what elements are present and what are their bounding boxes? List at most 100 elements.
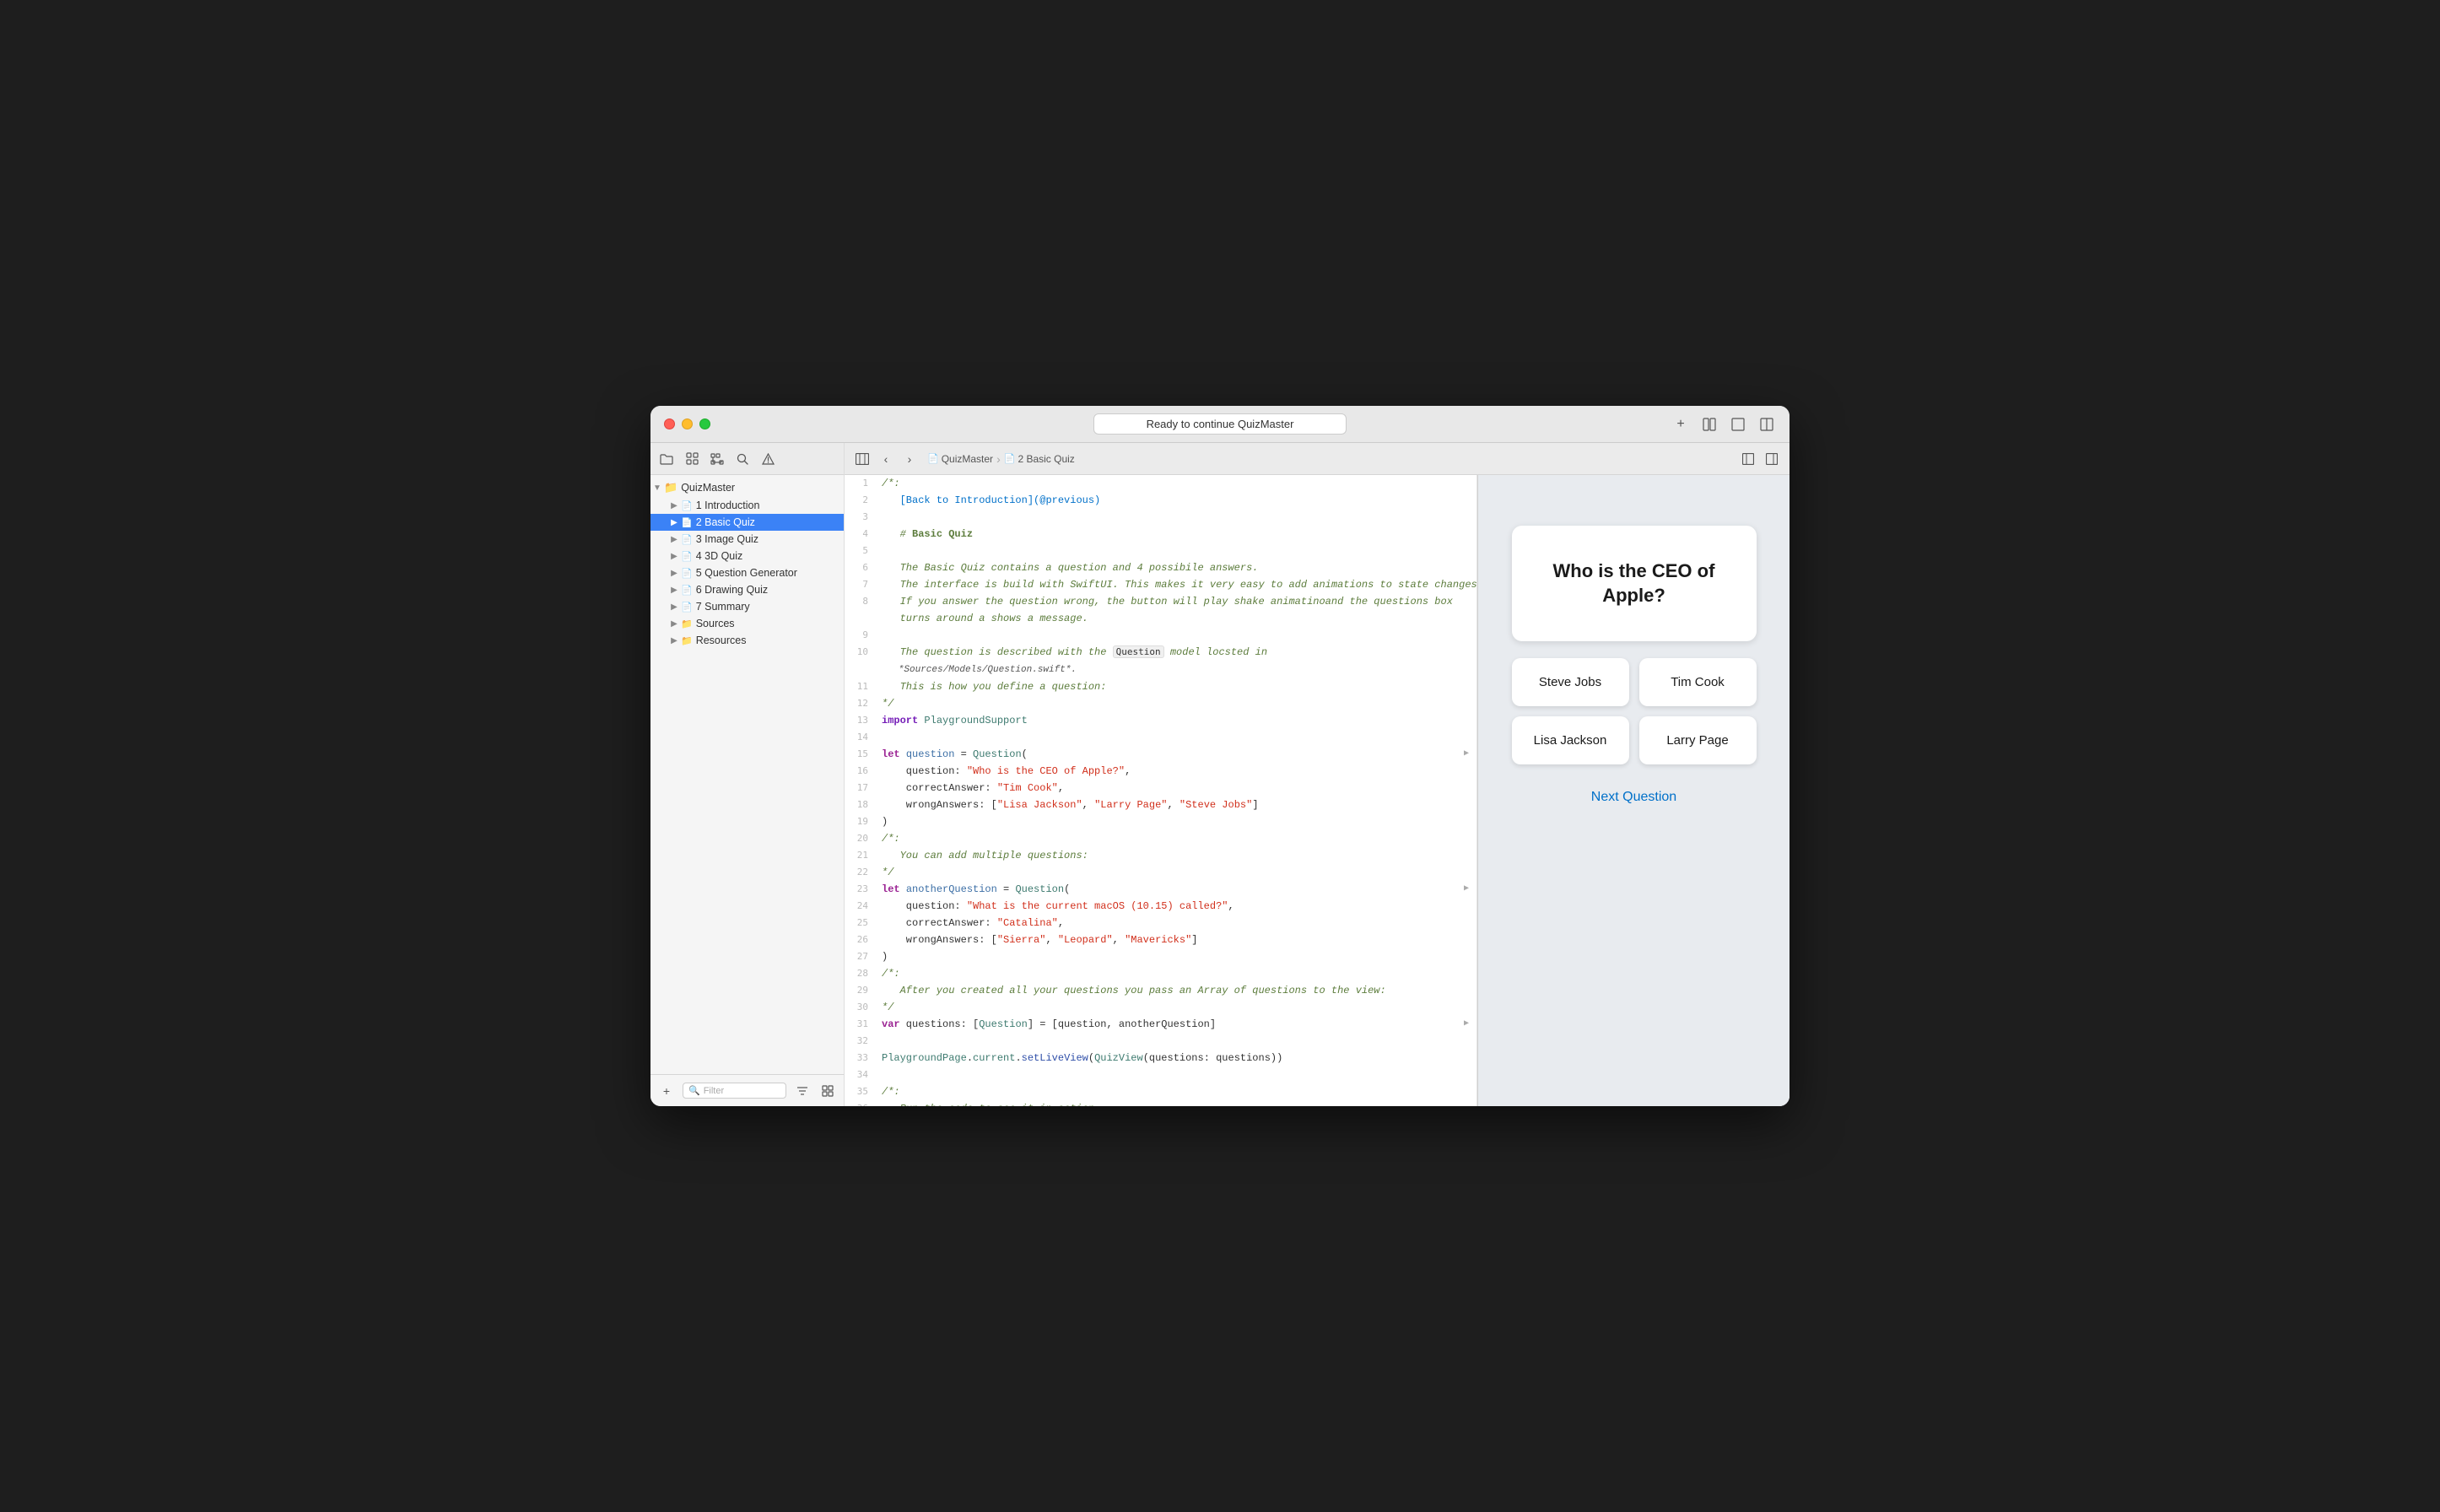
next-question-button[interactable]: Next Question xyxy=(1591,790,1676,805)
back-button[interactable]: ‹ xyxy=(877,450,895,468)
preview-panel: Who is the CEO of Apple? Steve Jobs Tim … xyxy=(1477,475,1790,1106)
breadcrumb-item-playground: 📄 QuizMaster xyxy=(927,453,993,465)
sidebar-item-introduction[interactable]: ▶ 📄 1 Introduction xyxy=(650,497,844,514)
code-line-2: 2 [Back to Introduction](@previous) xyxy=(845,492,1476,509)
sidebar-item-resources[interactable]: ▶ 📁 Resources xyxy=(650,632,844,649)
code-line-28: 28 /*: xyxy=(845,965,1476,982)
sidebar-item-sources[interactable]: ▶ 📁 Sources xyxy=(650,615,844,632)
layout-editor-button[interactable] xyxy=(1757,415,1776,434)
sidebar-bottom: + 🔍 Filter xyxy=(650,1074,844,1106)
code-editor[interactable]: 1 /*: 2 [Back to Introduction](@previous… xyxy=(845,475,1477,1106)
code-line-17: 17 correctAnswer: "Tim Cook", xyxy=(845,780,1476,796)
sidebar-item-3d-quiz[interactable]: ▶ 📄 4 3D Quiz xyxy=(650,548,844,564)
code-line-36: 36 Run the code to see it in action. xyxy=(845,1100,1476,1106)
filter-input-wrapper[interactable]: 🔍 Filter xyxy=(683,1083,786,1099)
grid-view-button[interactable] xyxy=(818,1082,837,1100)
code-line-31: 31 var questions: [Question] = [question… xyxy=(845,1016,1476,1033)
code-line-18: 18 wrongAnswers: ["Lisa Jackson", "Larry… xyxy=(845,796,1476,813)
quiz-question-text: Who is the CEO of Apple? xyxy=(1553,560,1715,606)
code-line-6: 6 The Basic Quiz contains a question and… xyxy=(845,559,1476,576)
hierarchy-icon[interactable] xyxy=(708,450,726,468)
code-line-30: 30 */ xyxy=(845,999,1476,1016)
code-line-34: 34 xyxy=(845,1066,1476,1083)
editor-toolbar: ‹ › 📄 QuizMaster › 📄 2 Basic Quiz xyxy=(845,443,1790,475)
editor-area: ‹ › 📄 QuizMaster › 📄 2 Basic Quiz xyxy=(845,443,1790,1106)
run-button-15[interactable]: ▶ xyxy=(1460,746,1476,763)
code-line-12: 12 */ xyxy=(845,695,1476,712)
sidebar-item-question-generator[interactable]: ▶ 📄 5 Question Generator xyxy=(650,564,844,581)
code-line-16: 16 question: "Who is the CEO of Apple?", xyxy=(845,763,1476,780)
code-line-25: 25 correctAnswer: "Catalina", xyxy=(845,915,1476,932)
maximize-button[interactable] xyxy=(699,418,710,429)
answer-lisa-jackson[interactable]: Lisa Jackson xyxy=(1512,716,1629,764)
code-line-10: 10 The question is described with the Qu… xyxy=(845,644,1476,661)
sidebar-item-image-quiz[interactable]: ▶ 📄 3 Image Quiz xyxy=(650,531,844,548)
code-line-22: 22 */ xyxy=(845,864,1476,881)
code-line-33: 33 PlaygroundPage.current.setLiveView(Qu… xyxy=(845,1050,1476,1066)
code-line-8: 8 If you answer the question wrong, the … xyxy=(845,593,1476,610)
code-line-10b: *Sources/Models/Question.swift*. xyxy=(845,661,1476,678)
grid-icon[interactable] xyxy=(683,450,701,468)
breadcrumb-item-basic-quiz: 📄 2 Basic Quiz xyxy=(1004,453,1075,465)
breadcrumb: 📄 QuizMaster › 📄 2 Basic Quiz xyxy=(927,452,1075,466)
code-line-5: 5 xyxy=(845,543,1476,559)
code-line-11: 11 This is how you define a question: xyxy=(845,678,1476,695)
titlebar: + xyxy=(650,406,1790,443)
add-button[interactable]: + xyxy=(1671,415,1690,434)
code-line-8b: turns around a shows a message. xyxy=(845,610,1476,627)
code-line-14: 14 xyxy=(845,729,1476,746)
quiz-answers: Steve Jobs Tim Cook Lisa Jackson Larry P… xyxy=(1512,658,1757,764)
search-icon[interactable] xyxy=(733,450,752,468)
sidebar: ▼ 📁 QuizMaster ▶ 📄 1 Introduction ▶ 📄 2 … xyxy=(650,443,845,1106)
code-line-9: 9 xyxy=(845,627,1476,644)
layout-split-button[interactable] xyxy=(1700,415,1719,434)
code-line-4: 4 # Basic Quiz xyxy=(845,526,1476,543)
code-line-3: 3 xyxy=(845,509,1476,526)
inspector-button[interactable] xyxy=(1763,450,1781,468)
code-line-7: 7 The interface is build with SwiftUI. T… xyxy=(845,576,1476,593)
minimize-button[interactable] xyxy=(682,418,693,429)
app-window: + xyxy=(650,406,1790,1106)
code-line-15: 15 let question = Question( ▶ xyxy=(845,746,1476,763)
forward-button[interactable]: › xyxy=(900,450,919,468)
sidebar-item-drawing-quiz[interactable]: ▶ 📄 6 Drawing Quiz xyxy=(650,581,844,598)
quiz-question-card: Who is the CEO of Apple? xyxy=(1512,526,1757,641)
answer-tim-cook[interactable]: Tim Cook xyxy=(1639,658,1757,706)
minimap-button[interactable] xyxy=(1739,450,1757,468)
code-line-20: 20 /*: xyxy=(845,830,1476,847)
sidebar-item-basic-quiz[interactable]: ▶ 📄 2 Basic Quiz xyxy=(650,514,844,531)
sidebar-tree: ▼ 📁 QuizMaster ▶ 📄 1 Introduction ▶ 📄 2 … xyxy=(650,475,844,1074)
code-line-35: 35 /*: xyxy=(845,1083,1476,1100)
warning-icon[interactable] xyxy=(758,450,777,468)
code-line-19: 19 ) xyxy=(845,813,1476,830)
code-line-29: 29 After you created all your questions … xyxy=(845,982,1476,999)
code-line-13: 13 import PlaygroundSupport xyxy=(845,712,1476,729)
code-line-24: 24 question: "What is the current macOS … xyxy=(845,898,1476,915)
run-button-23[interactable]: ▶ xyxy=(1460,881,1476,898)
code-line-23: 23 let anotherQuestion = Question( ▶ xyxy=(845,881,1476,898)
editor-wrapper: 1 /*: 2 [Back to Introduction](@previous… xyxy=(845,475,1790,1106)
split-view-button[interactable] xyxy=(853,450,872,468)
sort-button[interactable] xyxy=(793,1082,812,1100)
breadcrumb-sep-1: › xyxy=(996,452,1001,466)
code-line-21: 21 You can add multiple questions: xyxy=(845,847,1476,864)
sidebar-item-root[interactable]: ▼ 📁 QuizMaster xyxy=(650,478,844,497)
folder-icon[interactable] xyxy=(657,450,676,468)
main-content: ▼ 📁 QuizMaster ▶ 📄 1 Introduction ▶ 📄 2 … xyxy=(650,443,1790,1106)
sidebar-toolbar xyxy=(650,443,844,475)
traffic-lights xyxy=(664,418,710,429)
run-button-31[interactable]: ▶ xyxy=(1460,1016,1476,1033)
back-link[interactable]: [Back to Introduction](@previous) xyxy=(900,494,1101,506)
answer-steve-jobs[interactable]: Steve Jobs xyxy=(1512,658,1629,706)
titlebar-right-controls: + xyxy=(1671,415,1776,434)
filter-placeholder-text: Filter xyxy=(704,1086,724,1096)
add-file-button[interactable]: + xyxy=(657,1082,676,1100)
code-line-1: 1 /*: xyxy=(845,475,1476,492)
layout-full-button[interactable] xyxy=(1729,415,1747,434)
answer-larry-page[interactable]: Larry Page xyxy=(1639,716,1757,764)
close-button[interactable] xyxy=(664,418,675,429)
code-line-26: 26 wrongAnswers: ["Sierra", "Leopard", "… xyxy=(845,932,1476,948)
sidebar-item-summary[interactable]: ▶ 📄 7 Summary xyxy=(650,598,844,615)
ready-status-input[interactable] xyxy=(1093,413,1347,435)
titlebar-center xyxy=(1093,413,1347,435)
